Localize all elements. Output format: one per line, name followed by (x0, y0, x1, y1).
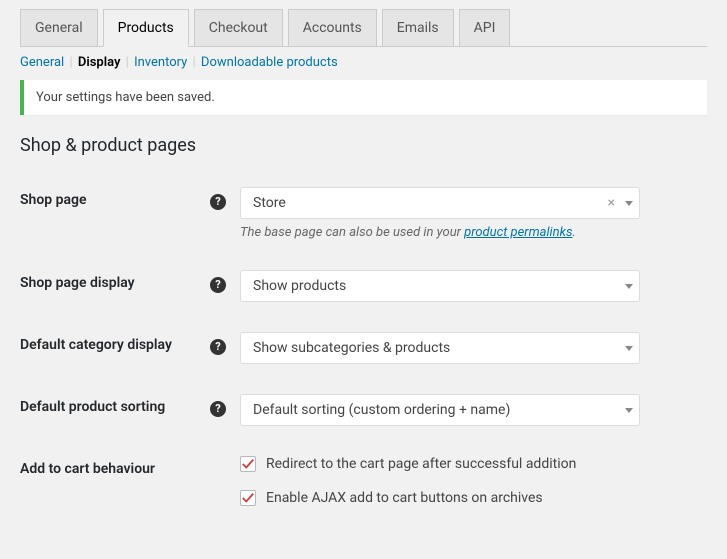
chevron-down-icon (625, 346, 633, 351)
chevron-down-icon (625, 284, 633, 289)
check-icon (241, 491, 255, 505)
subtab-inventory[interactable]: Inventory (134, 55, 187, 70)
shop-page-display-select[interactable]: Show products (240, 270, 640, 302)
tab-products[interactable]: Products (103, 9, 189, 47)
redirect-checkbox[interactable] (240, 456, 256, 472)
notice-text: Your settings have been saved. (36, 90, 215, 105)
chevron-down-icon (625, 201, 633, 206)
shop-page-select[interactable]: Store × (240, 187, 640, 219)
help-icon[interactable] (210, 339, 226, 355)
check-icon (241, 457, 255, 471)
default-category-display-select[interactable]: Show subcategories & products (240, 332, 640, 364)
ajax-label: Enable AJAX add to cart buttons on archi… (266, 490, 543, 506)
tab-emails[interactable]: Emails (382, 9, 454, 47)
label-shop-page-display: Shop page display (20, 275, 135, 291)
tab-checkout[interactable]: Checkout (194, 9, 283, 47)
section-title: Shop & product pages (20, 135, 707, 156)
sub-tabs: General | Display | Inventory | Download… (20, 55, 707, 70)
desc-prefix: The base page can also be used in your (240, 225, 464, 240)
subtab-general[interactable]: General (20, 55, 64, 70)
separator: | (126, 55, 132, 70)
success-notice: Your settings have been saved. (20, 80, 707, 115)
shop-page-value: Store (253, 195, 286, 211)
help-icon[interactable] (210, 194, 226, 210)
default-product-sorting-select[interactable]: Default sorting (custom ordering + name) (240, 394, 640, 426)
help-icon[interactable] (210, 277, 226, 293)
tab-accounts[interactable]: Accounts (288, 9, 377, 47)
separator: | (69, 55, 75, 70)
clear-icon[interactable]: × (608, 195, 615, 211)
separator: | (193, 55, 199, 70)
permalinks-link[interactable]: product permalinks (464, 225, 572, 240)
shop-page-description: The base page can also be used in your p… (240, 225, 697, 240)
default-category-display-value: Show subcategories & products (253, 340, 450, 356)
tab-general[interactable]: General (20, 9, 98, 47)
shop-page-display-value: Show products (253, 278, 346, 294)
label-shop-page: Shop page (20, 192, 87, 208)
tab-api[interactable]: API (459, 9, 511, 47)
main-tabs: General Products Checkout Accounts Email… (20, 0, 707, 47)
help-icon[interactable] (210, 401, 226, 417)
redirect-label: Redirect to the cart page after successf… (266, 456, 576, 472)
default-product-sorting-value: Default sorting (custom ordering + name) (253, 402, 510, 418)
subtab-display[interactable]: Display (78, 55, 121, 70)
ajax-checkbox[interactable] (240, 490, 256, 506)
desc-suffix: . (572, 225, 575, 240)
chevron-down-icon (625, 408, 633, 413)
label-default-product-sorting: Default product sorting (20, 399, 165, 415)
subtab-downloadable[interactable]: Downloadable products (201, 55, 338, 70)
label-add-to-cart-behaviour: Add to cart behaviour (20, 461, 155, 477)
label-default-category-display: Default category display (20, 337, 172, 353)
